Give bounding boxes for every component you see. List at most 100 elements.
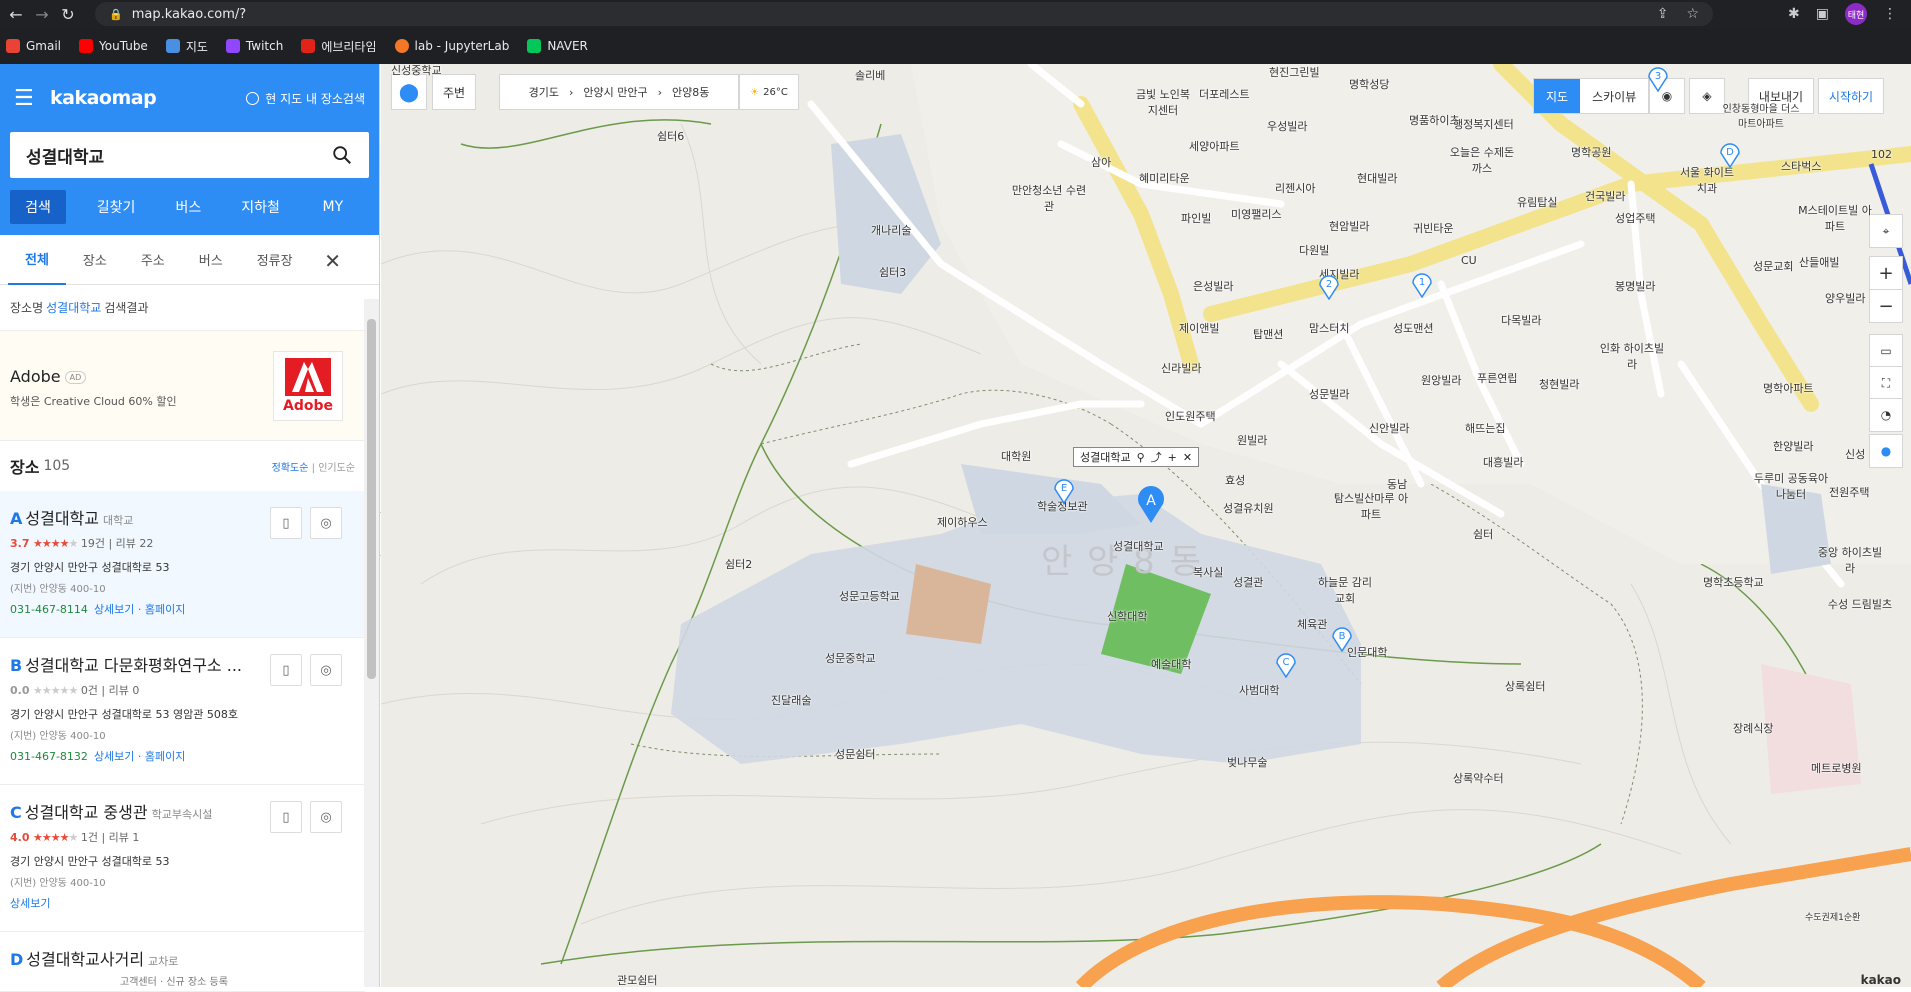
tab-bus[interactable]: 버스 bbox=[152, 197, 224, 217]
weather-widget[interactable]: ☀ 26°C bbox=[739, 74, 799, 110]
map-marker-c[interactable]: C bbox=[1275, 650, 1297, 678]
list-item[interactable]: A 성결대학교 대학교 3.7 ★★★★★ 19건 | 리뷰 22 경기 안양시 만… bbox=[0, 491, 365, 638]
detail-link[interactable]: 상세보기 bbox=[10, 897, 50, 910]
profile-avatar[interactable]: 태현 bbox=[1845, 3, 1867, 25]
tab-search[interactable]: 검색 bbox=[10, 189, 66, 224]
marker-letter: D bbox=[1726, 147, 1734, 158]
map-marker-e[interactable]: E bbox=[1053, 476, 1075, 504]
add-place-button[interactable]: ● bbox=[1869, 434, 1903, 468]
bookmarks-bar: Gmail YouTube 지도 Twitch 에브리타임 lab - Jupy… bbox=[0, 28, 1911, 64]
route-button[interactable]: ◎ bbox=[310, 507, 342, 539]
list-item[interactable]: C 성결대학교 중생관 학교부속시설 4.0 ★★★★★ 1건 | 리뷰 1 경기 … bbox=[0, 785, 365, 932]
place-name[interactable]: 성결대학교 bbox=[25, 509, 99, 528]
marker-letter: C bbox=[1283, 657, 1290, 668]
bookmark-youtube[interactable]: YouTube bbox=[79, 39, 148, 53]
map-marker-2[interactable]: 2 bbox=[1318, 272, 1340, 300]
sidebar-footer[interactable]: 고객센터 · 신규 장소 등록 bbox=[120, 973, 228, 988]
bookmark-naver[interactable]: NAVER bbox=[527, 39, 588, 53]
plus-icon[interactable]: + bbox=[1168, 451, 1177, 464]
start-button[interactable]: 시작하기 bbox=[1818, 78, 1884, 114]
current-area-search-toggle[interactable]: 현 지도 내 장소검색 bbox=[246, 90, 365, 107]
breadcrumb-dong[interactable]: 안양8동 bbox=[672, 84, 709, 100]
bookmark-map[interactable]: 지도 bbox=[165, 38, 208, 55]
main-tabs: 검색 길찾기 버스 지하철 MY bbox=[0, 178, 379, 235]
homepage-link[interactable]: 홈페이지 bbox=[145, 603, 185, 616]
ad-banner[interactable]: Adobe AD 학생은 Creative Cloud 60% 할인 Adobe bbox=[0, 331, 365, 441]
ruler-button[interactable]: ▭ bbox=[1869, 334, 1903, 368]
pin-icon[interactable]: ⚲ bbox=[1137, 451, 1145, 464]
youtube-icon bbox=[79, 39, 94, 53]
share-icon[interactable]: ⇪ bbox=[1657, 6, 1669, 22]
area-button[interactable]: ⛶ bbox=[1869, 366, 1903, 400]
radio-icon bbox=[246, 91, 260, 105]
scrollbar-thumb[interactable] bbox=[367, 319, 376, 679]
list-item[interactable]: B 성결대학교 다문화평화연구소 ... 0.0 ★★★★★ 0건 | 리뷰 0 … bbox=[0, 638, 365, 785]
subtab-address[interactable]: 주소 bbox=[124, 235, 182, 285]
map-type-skyview[interactable]: 스카이뷰 bbox=[1580, 79, 1648, 113]
bookmark-button[interactable]: ▯ bbox=[270, 507, 302, 539]
subtab-stop[interactable]: 정류장 bbox=[240, 235, 310, 285]
route-button[interactable]: ◎ bbox=[310, 801, 342, 833]
reload-icon[interactable]: ↻ bbox=[58, 4, 78, 24]
bookmark-gmail[interactable]: Gmail bbox=[6, 39, 61, 53]
subtab-place[interactable]: 장소 bbox=[66, 235, 124, 285]
close-icon[interactable]: ✕ bbox=[324, 249, 341, 273]
detail-link[interactable]: 상세보기 bbox=[94, 603, 134, 616]
selected-place-tooltip[interactable]: 성결대학교 ⚲ ⤴ + ✕ bbox=[1073, 447, 1200, 467]
map-type-map[interactable]: 지도 bbox=[1534, 79, 1581, 113]
radius-button[interactable]: ◔ bbox=[1869, 398, 1903, 432]
breadcrumb-city[interactable]: 안양시 만안구 bbox=[583, 84, 647, 100]
tab-my[interactable]: MY bbox=[297, 199, 369, 215]
gmail-icon bbox=[6, 39, 20, 53]
forward-icon[interactable]: → bbox=[32, 4, 52, 24]
bookmark-button[interactable]: ▯ bbox=[270, 654, 302, 686]
map-marker-b[interactable]: B bbox=[1331, 624, 1353, 652]
menu-icon[interactable]: ⋮ bbox=[1883, 6, 1897, 22]
map-marker-3[interactable]: 3 bbox=[1647, 64, 1669, 92]
bookmark-button[interactable]: ▯ bbox=[270, 801, 302, 833]
detail-link[interactable]: 상세보기 bbox=[94, 750, 134, 763]
naver-icon bbox=[527, 39, 542, 53]
map-canvas[interactable]: ⬤ 주변 경기도 › 안양시 만안구 › 안양8동 ☀ 26°C 지도 스카이뷰 ◉ … bbox=[381, 64, 1911, 987]
sidebar-header: ☰ kakaomap 현 지도 내 장소검색 검색 길찾기 버스 지하철 MY bbox=[0, 64, 379, 235]
marker-letter: B bbox=[1339, 631, 1346, 642]
kakaomap-logo[interactable]: kakaomap bbox=[50, 87, 157, 109]
zoom-out-button[interactable]: − bbox=[1869, 289, 1903, 323]
layers-button[interactable]: ◈ bbox=[1689, 78, 1725, 114]
my-location-button[interactable]: ⬤ bbox=[391, 74, 427, 110]
bookmark-everytime[interactable]: 에브리타임 bbox=[301, 38, 377, 55]
tab-subway[interactable]: 지하철 bbox=[225, 197, 297, 217]
route-icon[interactable]: ⤴ bbox=[1151, 449, 1162, 465]
marker-letter: A bbox=[1146, 493, 1156, 509]
sidepanel-icon[interactable]: ▣ bbox=[1816, 6, 1829, 22]
map-marker-d[interactable]: D bbox=[1719, 140, 1741, 168]
sort-accuracy[interactable]: 정확도순 bbox=[272, 463, 309, 474]
map-marker-1[interactable]: 1 bbox=[1411, 270, 1433, 298]
place-name[interactable]: 성결대학교 중생관 bbox=[25, 803, 148, 822]
place-name[interactable]: 성결대학교 다문화평화연구소 ... bbox=[25, 656, 242, 675]
hamburger-menu-icon[interactable]: ☰ bbox=[14, 86, 38, 111]
bookmark-twitch[interactable]: Twitch bbox=[225, 39, 283, 53]
extensions-icon[interactable]: ✱ bbox=[1788, 6, 1800, 22]
route-button[interactable]: ◎ bbox=[310, 654, 342, 686]
browser-toolbar: ← → ↻ 🔒 map.kakao.com/? ⇪ ☆ ✱ ▣ 태현 ⋮ bbox=[0, 0, 1911, 28]
map-marker-a[interactable]: A bbox=[1135, 484, 1167, 524]
back-icon[interactable]: ← bbox=[6, 4, 26, 24]
breadcrumb-province[interactable]: 경기도 bbox=[529, 84, 559, 100]
star-icon[interactable]: ☆ bbox=[1686, 6, 1699, 22]
subtab-all[interactable]: 전체 bbox=[8, 235, 66, 285]
kakao-watermark: kakao bbox=[1860, 973, 1901, 987]
tab-directions[interactable]: 길찾기 bbox=[80, 197, 152, 217]
subtab-bus[interactable]: 버스 bbox=[182, 235, 240, 285]
zoom-in-button[interactable]: + bbox=[1869, 256, 1903, 290]
search-icon[interactable] bbox=[331, 144, 353, 166]
search-input[interactable] bbox=[26, 145, 331, 165]
bookmark-jupyterlab[interactable]: lab - JupyterLab bbox=[394, 39, 509, 53]
place-name[interactable]: 성결대학교사거리 bbox=[26, 950, 144, 969]
nearby-button[interactable]: 주변 bbox=[432, 74, 476, 110]
homepage-link[interactable]: 홈페이지 bbox=[145, 750, 185, 763]
sidebar-scrollbar[interactable] bbox=[364, 299, 379, 987]
sort-popular[interactable]: 인기도순 bbox=[318, 463, 355, 474]
close-icon[interactable]: ✕ bbox=[1183, 451, 1192, 464]
address-bar[interactable]: 🔒 map.kakao.com/? ⇪ ☆ bbox=[95, 2, 1713, 26]
